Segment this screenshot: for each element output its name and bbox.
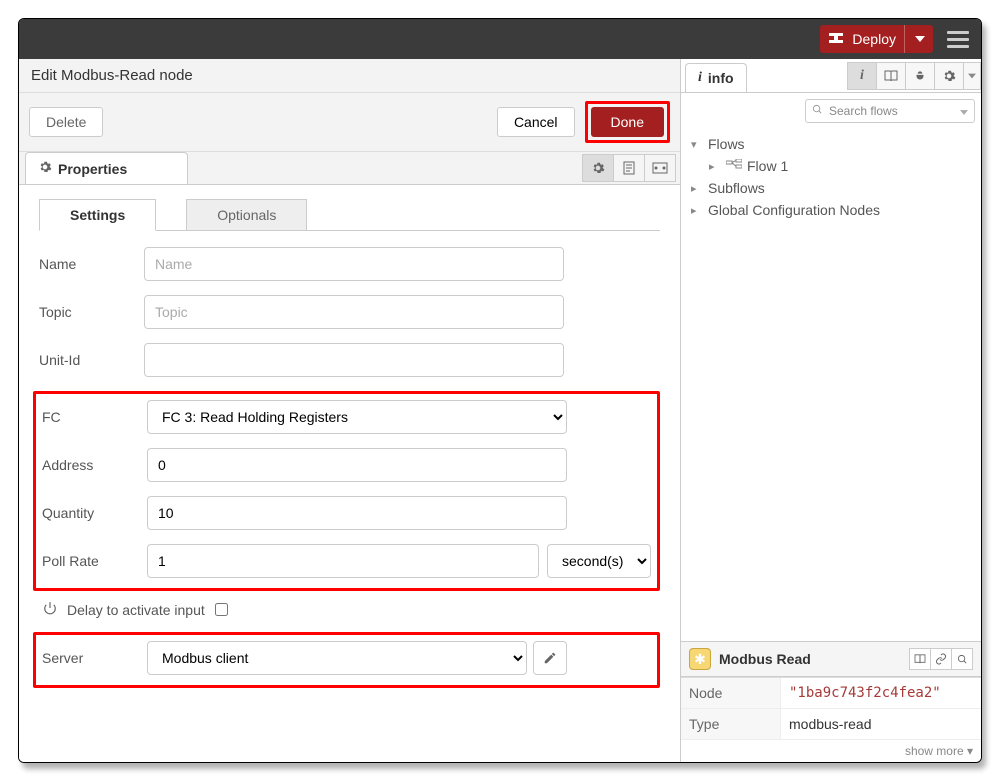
subtab-optionals[interactable]: Optionals bbox=[186, 199, 307, 231]
info-icon: i bbox=[698, 70, 702, 86]
editor-panel: Edit Modbus-Read node Delete Cancel Done… bbox=[19, 59, 681, 762]
chevron-right-icon: ▸ bbox=[709, 160, 721, 173]
sidebar-btn-info[interactable]: i bbox=[847, 62, 877, 90]
tree-flows-label: Flows bbox=[708, 136, 745, 152]
chevron-down-icon: ▾ bbox=[691, 138, 703, 151]
node-link-button[interactable] bbox=[930, 648, 952, 670]
node-search-button[interactable] bbox=[951, 648, 973, 670]
sidebar-btn-config[interactable] bbox=[934, 62, 964, 90]
deploy-button[interactable]: Deploy bbox=[820, 25, 933, 53]
server-label: Server bbox=[42, 650, 147, 666]
delay-label: Delay to activate input bbox=[67, 602, 205, 618]
topic-label: Topic bbox=[39, 304, 144, 320]
deploy-icon bbox=[828, 31, 844, 48]
topic-input[interactable] bbox=[144, 295, 564, 329]
done-highlight: Done bbox=[585, 101, 670, 143]
quantity-input[interactable] bbox=[147, 496, 567, 530]
tree-subflows-label: Subflows bbox=[708, 180, 765, 196]
subtab-settings[interactable]: Settings bbox=[39, 199, 156, 231]
quantity-label: Quantity bbox=[42, 505, 147, 521]
info-type-value: modbus-read bbox=[781, 709, 981, 739]
search-input[interactable]: Search flows bbox=[805, 99, 975, 123]
fc-label: FC bbox=[42, 409, 147, 425]
pollrate-unit-select[interactable]: second(s) bbox=[547, 544, 651, 578]
tree-flow-1[interactable]: ▸ Flow 1 bbox=[691, 155, 971, 177]
tab-icon-gear[interactable] bbox=[582, 154, 614, 182]
cancel-button[interactable]: Cancel bbox=[497, 107, 575, 137]
deploy-label: Deploy bbox=[852, 31, 896, 47]
sidebar-btn-more[interactable] bbox=[963, 62, 981, 90]
search-icon bbox=[812, 104, 823, 118]
power-icon bbox=[43, 601, 57, 618]
topbar: Deploy bbox=[19, 19, 981, 59]
sidebar: i info i bbox=[681, 59, 981, 762]
server-highlight: Server Modbus client bbox=[33, 632, 660, 688]
name-input[interactable] bbox=[144, 247, 564, 281]
server-edit-button[interactable] bbox=[533, 641, 567, 675]
unitid-label: Unit-Id bbox=[39, 352, 144, 368]
info-type-label: Type bbox=[681, 709, 781, 739]
fc-highlight: FC FC 3: Read Holding Registers Address … bbox=[33, 391, 660, 591]
tree-flow-1-label: Flow 1 bbox=[747, 158, 788, 174]
flow-icon bbox=[726, 158, 742, 174]
tab-icon-doc[interactable] bbox=[613, 154, 645, 182]
pollrate-input[interactable] bbox=[147, 544, 539, 578]
name-label: Name bbox=[39, 256, 144, 272]
done-button[interactable]: Done bbox=[591, 107, 664, 137]
tree-global-label: Global Configuration Nodes bbox=[708, 202, 880, 218]
node-help-button[interactable] bbox=[909, 648, 931, 670]
delay-checkbox[interactable] bbox=[215, 603, 228, 616]
tab-properties-label: Properties bbox=[58, 161, 127, 177]
tab-properties[interactable]: Properties bbox=[25, 152, 188, 184]
info-node-value: "1ba9c743f2c4fea2" bbox=[781, 678, 981, 708]
address-label: Address bbox=[42, 457, 147, 473]
delete-button[interactable]: Delete bbox=[29, 107, 103, 137]
chevron-right-icon: ▸ bbox=[691, 204, 703, 217]
sidebar-tab-info[interactable]: i info bbox=[685, 63, 747, 92]
tree-subflows[interactable]: ▸ Subflows bbox=[691, 177, 971, 199]
sidebar-tab-label: info bbox=[708, 70, 734, 86]
tab-icon-appearance[interactable] bbox=[644, 154, 676, 182]
search-placeholder: Search flows bbox=[829, 104, 898, 118]
editor-title: Edit Modbus-Read node bbox=[19, 59, 680, 93]
menu-button[interactable] bbox=[947, 31, 969, 48]
chevron-right-icon: ▸ bbox=[691, 182, 703, 195]
address-input[interactable] bbox=[147, 448, 567, 482]
unitid-input[interactable] bbox=[144, 343, 564, 377]
info-node-label: Node bbox=[681, 678, 781, 708]
chevron-down-icon[interactable] bbox=[904, 25, 925, 53]
node-title: Modbus Read bbox=[719, 651, 902, 667]
node-badge-icon: ✱ bbox=[689, 648, 711, 670]
chevron-down-icon bbox=[960, 104, 968, 118]
tree-global-config[interactable]: ▸ Global Configuration Nodes bbox=[691, 199, 971, 221]
show-more-button[interactable]: show more ▾ bbox=[681, 740, 981, 762]
server-select[interactable]: Modbus client bbox=[147, 641, 527, 675]
gear-icon bbox=[38, 160, 52, 177]
sidebar-btn-debug[interactable] bbox=[905, 62, 935, 90]
sidebar-btn-help[interactable] bbox=[876, 62, 906, 90]
fc-select[interactable]: FC 3: Read Holding Registers bbox=[147, 400, 567, 434]
tree-flows[interactable]: ▾ Flows bbox=[691, 133, 971, 155]
pollrate-label: Poll Rate bbox=[42, 553, 147, 569]
